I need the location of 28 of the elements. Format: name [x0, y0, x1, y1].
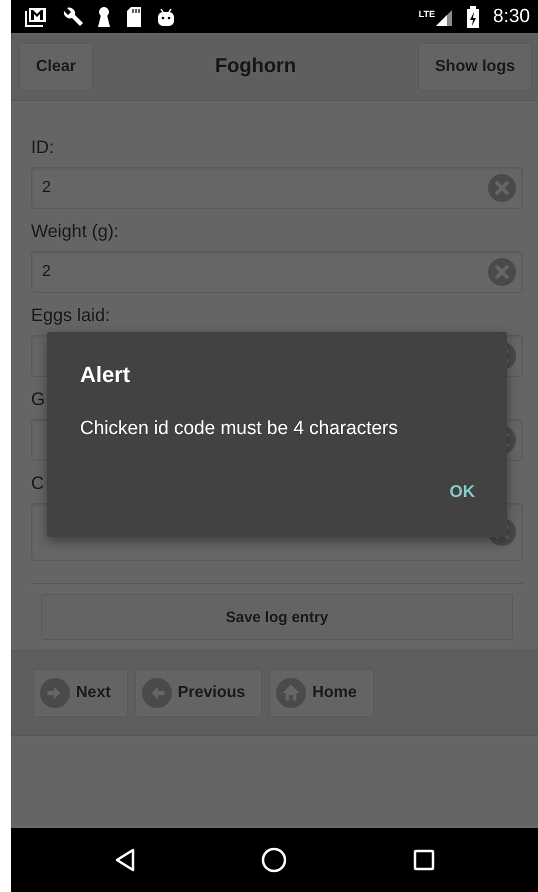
battery-icon: [467, 6, 480, 28]
field-label: C: [31, 472, 44, 495]
sd-card-icon: [125, 6, 143, 28]
input-field[interactable]: 2: [31, 251, 523, 293]
show-logs-button[interactable]: Show logs: [418, 42, 532, 90]
field-label: Weight (g):: [31, 220, 119, 243]
overview-icon[interactable]: [413, 849, 436, 871]
ok-button[interactable]: OK: [444, 478, 481, 506]
network-type: LTE: [418, 9, 436, 19]
field-label: ID:: [31, 136, 54, 159]
field-label: G: [31, 388, 46, 411]
next-button[interactable]: Next: [33, 669, 128, 717]
back-icon[interactable]: [114, 848, 136, 872]
dialog-message: Chicken id code must be 4 characters: [80, 418, 399, 440]
home-button[interactable]: Home: [269, 669, 374, 717]
keyhole-icon: [97, 6, 111, 28]
clock-time: 8:30: [493, 6, 530, 28]
dialog-title: Alert: [80, 362, 132, 388]
input-field[interactable]: 2: [31, 167, 523, 209]
save-log-entry-button[interactable]: Save log entry: [41, 594, 513, 640]
home-circle-icon[interactable]: [261, 847, 288, 873]
previous-button[interactable]: Previous: [134, 669, 262, 717]
mail-icon: [25, 6, 47, 26]
field-label: Eggs laid:: [31, 304, 110, 327]
app-title: Foghorn: [214, 55, 296, 78]
wrench-icon: [61, 6, 83, 28]
home-icon: [276, 678, 306, 708]
clear-button[interactable]: Clear: [19, 42, 94, 90]
